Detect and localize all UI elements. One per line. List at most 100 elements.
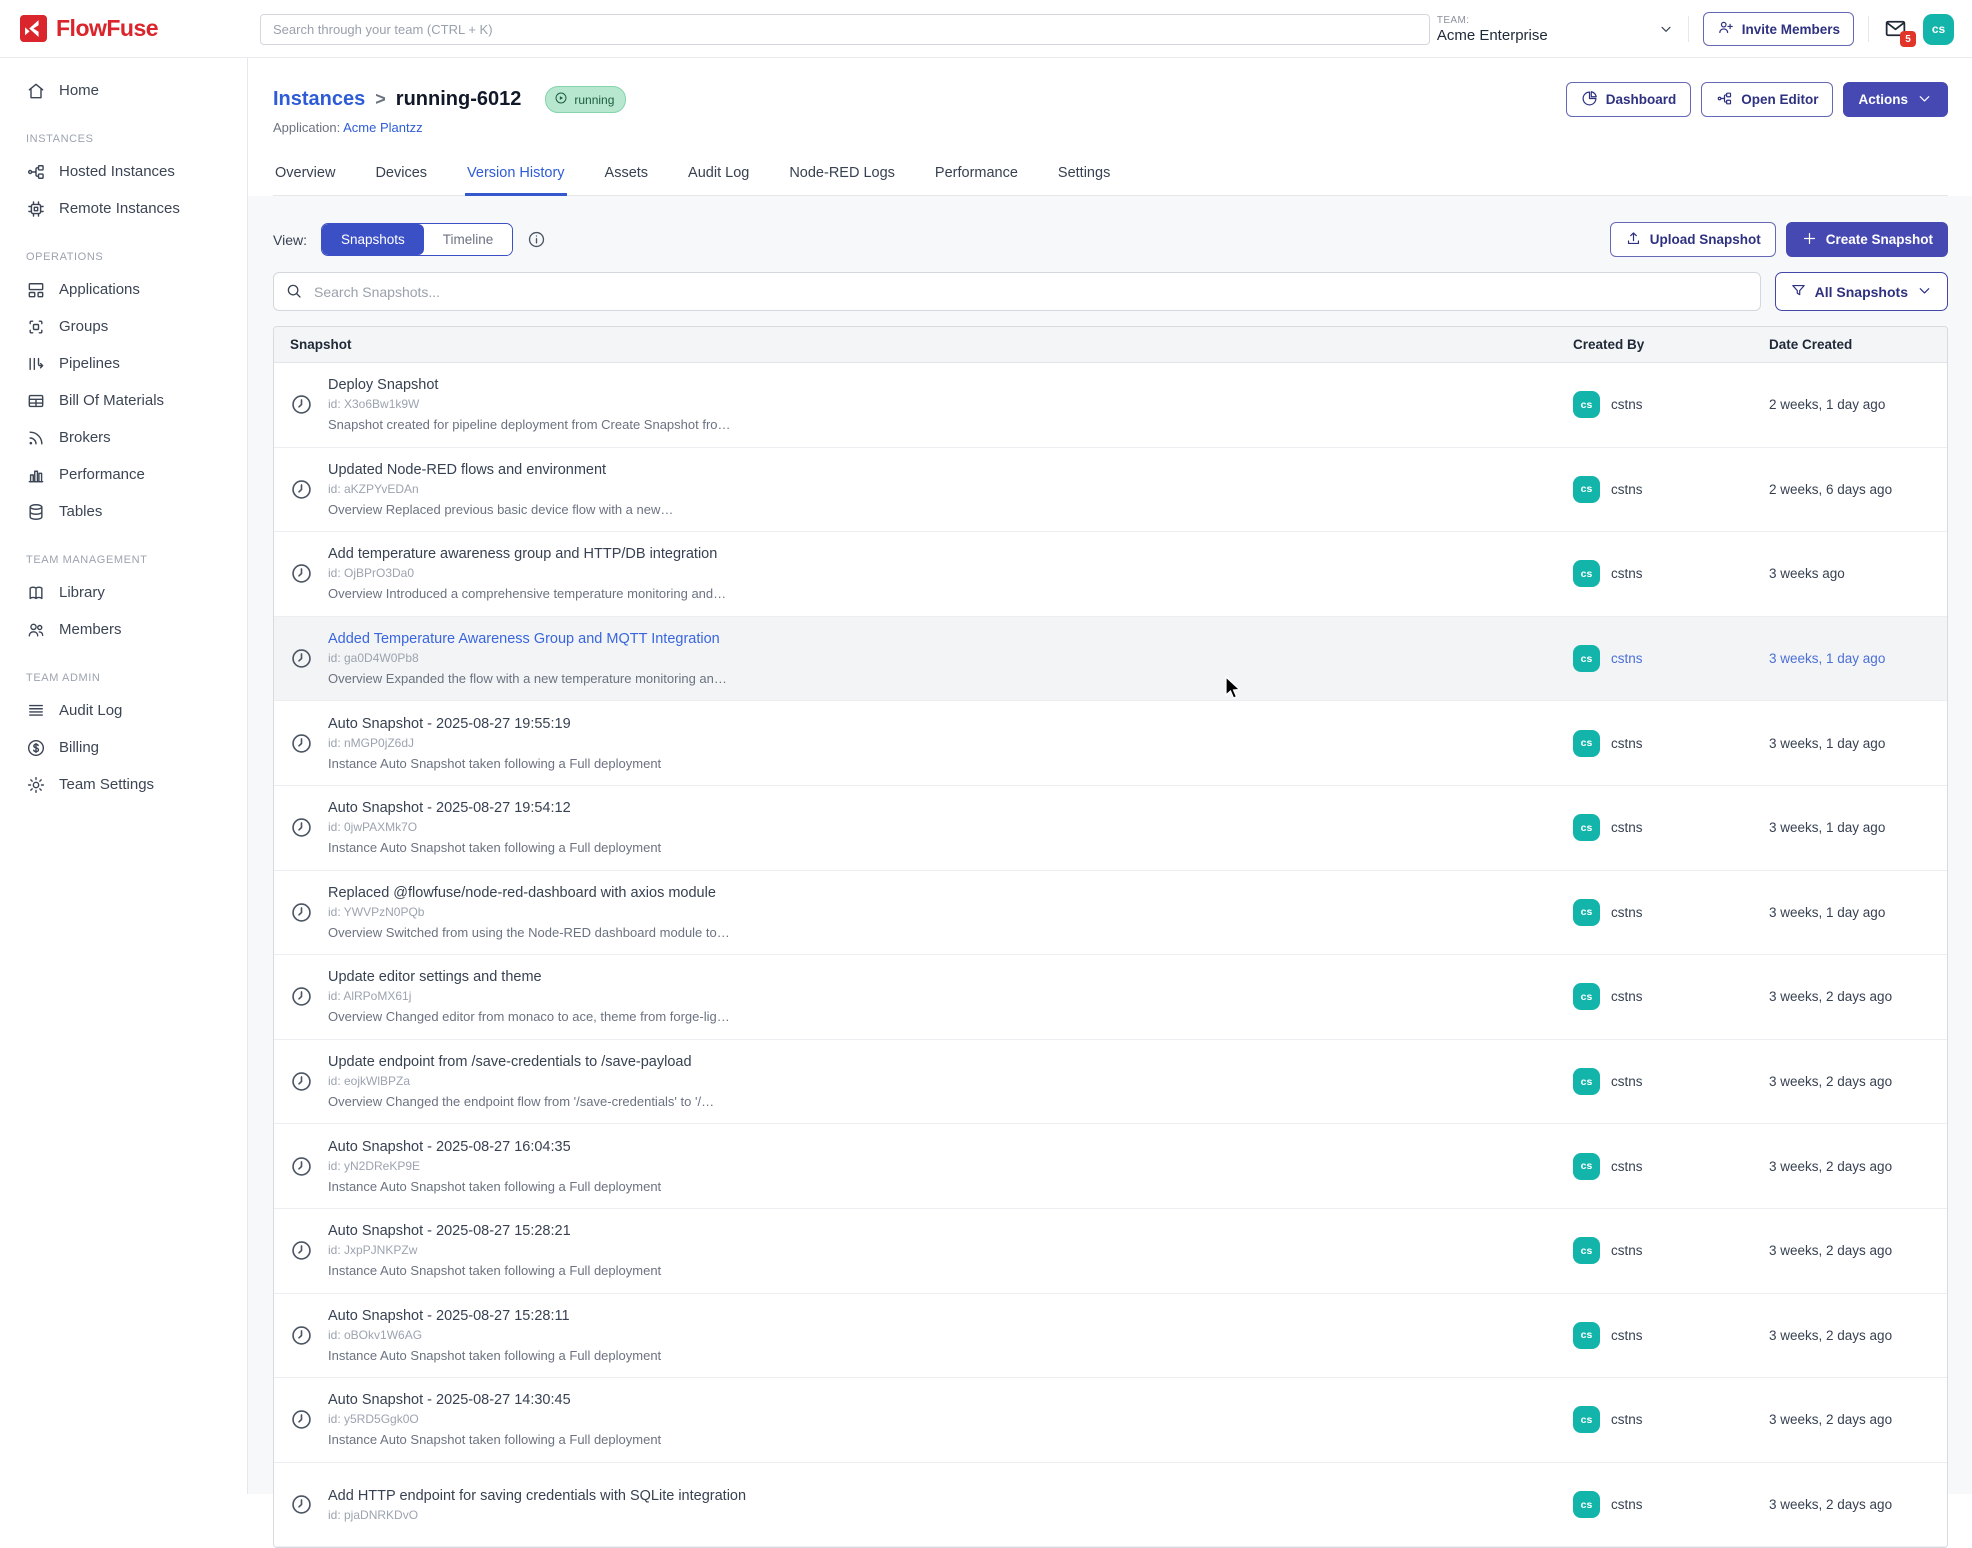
sidebar-item-library[interactable]: Library (0, 574, 247, 611)
creator-avatar: cs (1573, 476, 1600, 503)
creator-name: cstns (1611, 566, 1643, 581)
snapshot-description: Instance Auto Snapshot taken following a… (328, 756, 661, 771)
person-plus-icon (1717, 19, 1734, 39)
team-selector[interactable]: TEAM: Acme Enterprise (1437, 15, 1674, 44)
tab-settings[interactable]: Settings (1056, 159, 1112, 196)
sidebar-item-audit-log[interactable]: Audit Log (0, 692, 247, 729)
table-row[interactable]: Added Temperature Awareness Group and MQ… (274, 617, 1947, 702)
notifications-button[interactable]: 5 (1883, 16, 1909, 42)
upload-snapshot-button[interactable]: Upload Snapshot (1610, 222, 1776, 257)
sidebar-item-applications[interactable]: Applications (0, 271, 247, 308)
clock-icon (290, 562, 313, 585)
info-icon[interactable] (527, 230, 546, 249)
sidebar-item-label: Audit Log (59, 702, 122, 719)
creator-name: cstns (1611, 1159, 1643, 1174)
table-row[interactable]: Auto Snapshot - 2025-08-27 15:28:21id: J… (274, 1209, 1947, 1294)
column-date-created: Date Created (1753, 327, 1947, 362)
table-row[interactable]: Auto Snapshot - 2025-08-27 16:04:35id: y… (274, 1124, 1947, 1209)
clock-icon (290, 1408, 313, 1431)
application-link[interactable]: Acme Plantzz (343, 120, 422, 135)
snapshot-description: Instance Auto Snapshot taken following a… (328, 1263, 661, 1278)
clock-icon (290, 985, 313, 1008)
snapshot-id: id: eojkWlBPZa (328, 1074, 714, 1088)
table-row[interactable]: Add HTTP endpoint for saving credentials… (274, 1463, 1947, 1548)
sidebar-item-billing[interactable]: Billing (0, 729, 247, 766)
table-row[interactable]: Add temperature awareness group and HTTP… (274, 532, 1947, 617)
sidebar-section-instances: INSTANCES (0, 109, 247, 153)
snapshot-id: id: OjBPrO3Da0 (328, 566, 726, 580)
table-row[interactable]: Auto Snapshot - 2025-08-27 19:54:12id: 0… (274, 786, 1947, 871)
notification-badge: 5 (1900, 31, 1916, 47)
table-row[interactable]: Deploy Snapshotid: X3o6Bw1k9WSnapshot cr… (274, 363, 1947, 448)
view-toggle-snapshots[interactable]: Snapshots (322, 224, 424, 255)
creator-avatar: cs (1573, 645, 1600, 672)
clock-icon (290, 1239, 313, 1262)
main-content: Instances > running-6012 running Applica… (248, 58, 1972, 1494)
chevron-down-icon (1916, 282, 1933, 302)
sidebar-item-performance[interactable]: Performance (0, 456, 247, 493)
user-avatar[interactable]: cs (1923, 14, 1954, 45)
tab-devices[interactable]: Devices (373, 159, 429, 196)
app-header: FlowFuse TEAM: Acme Enterprise Invite Me… (0, 0, 1972, 58)
snapshot-search-input[interactable] (273, 272, 1761, 311)
tab-performance[interactable]: Performance (933, 159, 1020, 196)
open-editor-button[interactable]: Open Editor (1701, 82, 1833, 117)
status-badge: running (545, 86, 626, 113)
tab-version-history[interactable]: Version History (465, 159, 567, 196)
sidebar-item-label: Tables (59, 503, 102, 520)
table-row[interactable]: Update endpoint from /save-credentials t… (274, 1040, 1947, 1125)
snapshot-id: id: 0jwPAXMk7O (328, 820, 661, 834)
table-row[interactable]: Replaced @flowfuse/node-red-dashboard wi… (274, 871, 1947, 956)
hosted-instances-icon (26, 162, 46, 182)
table-row[interactable]: Auto Snapshot - 2025-08-27 19:55:19id: n… (274, 701, 1947, 786)
dashboard-button[interactable]: Dashboard (1566, 82, 1692, 117)
sidebar-section-team-management: TEAM MANAGEMENT (0, 530, 247, 574)
date-created: 3 weeks ago (1753, 566, 1947, 581)
sidebar-item-tables[interactable]: Tables (0, 493, 247, 530)
search-icon (285, 282, 303, 300)
pie-chart-icon (1581, 90, 1598, 110)
flowfuse-logo[interactable]: FlowFuse (20, 15, 158, 42)
tab-audit-log[interactable]: Audit Log (686, 159, 751, 196)
clock-icon (290, 647, 313, 670)
view-toggle-timeline[interactable]: Timeline (424, 224, 513, 255)
tab-assets[interactable]: Assets (603, 159, 651, 196)
sidebar-item-pipelines[interactable]: Pipelines (0, 345, 247, 382)
creator-name: cstns (1611, 397, 1643, 412)
create-snapshot-button[interactable]: Create Snapshot (1786, 222, 1948, 257)
breadcrumb-instances-link[interactable]: Instances (273, 88, 365, 111)
snapshot-description: Overview Introduced a comprehensive temp… (328, 586, 726, 601)
table-row[interactable]: Auto Snapshot - 2025-08-27 15:28:11id: o… (274, 1294, 1947, 1379)
sidebar-item-team-settings[interactable]: Team Settings (0, 766, 247, 803)
tab-overview[interactable]: Overview (273, 159, 337, 196)
table-row[interactable]: Updated Node-RED flows and environmentid… (274, 448, 1947, 533)
sidebar-item-brokers[interactable]: Brokers (0, 419, 247, 456)
sidebar-item-label: Library (59, 584, 105, 601)
tab-node-red-logs[interactable]: Node-RED Logs (787, 159, 897, 196)
table-row[interactable]: Update editor settings and themeid: AlRP… (274, 955, 1947, 1040)
global-search-input[interactable] (260, 14, 1430, 45)
snapshot-table: Snapshot Created By Date Created Deploy … (273, 326, 1948, 1548)
sidebar-item-bill-of-materials[interactable]: Bill Of Materials (0, 382, 247, 419)
snapshot-filter-dropdown[interactable]: All Snapshots (1775, 272, 1948, 311)
sidebar-item-hosted-instances[interactable]: Hosted Instances (0, 153, 247, 190)
sidebar-item-groups[interactable]: Groups (0, 308, 247, 345)
snapshot-title: Auto Snapshot - 2025-08-27 16:04:35 (328, 1139, 661, 1155)
date-created: 3 weeks, 1 day ago (1753, 820, 1947, 835)
chevron-down-icon (1658, 21, 1674, 37)
remote-instances-icon (26, 199, 46, 219)
creator-avatar: cs (1573, 899, 1600, 926)
sidebar-item-members[interactable]: Members (0, 611, 247, 648)
snapshot-title: Update editor settings and theme (328, 969, 730, 985)
date-created: 3 weeks, 2 days ago (1753, 1328, 1947, 1343)
sidebar-item-home[interactable]: Home (0, 72, 247, 109)
invite-members-button[interactable]: Invite Members (1703, 12, 1854, 46)
sidebar-item-remote-instances[interactable]: Remote Instances (0, 190, 247, 227)
actions-button[interactable]: Actions (1843, 82, 1948, 117)
members-icon (26, 620, 46, 640)
table-row[interactable]: Auto Snapshot - 2025-08-27 14:30:45id: y… (274, 1378, 1947, 1463)
date-created: 3 weeks, 1 day ago (1753, 905, 1947, 920)
creator-avatar: cs (1573, 983, 1600, 1010)
clock-icon (290, 901, 313, 924)
creator-avatar: cs (1573, 730, 1600, 757)
